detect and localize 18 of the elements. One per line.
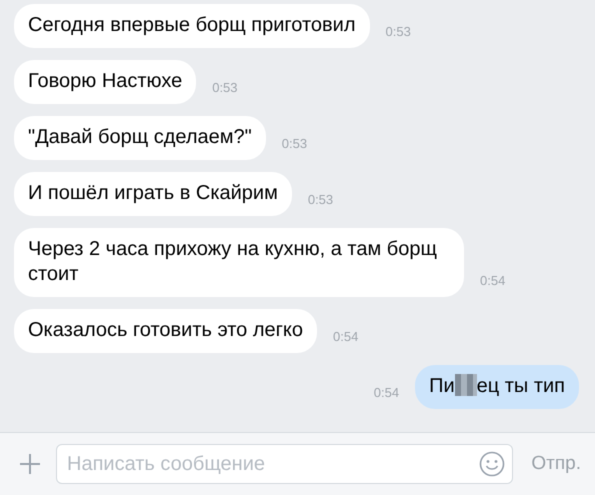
message-input[interactable]: Написать сообщение [56, 444, 514, 484]
message-bubble: Сегодня впервые борщ приготовил [14, 4, 370, 48]
message-time: 0:54 [480, 273, 506, 288]
message-time: 0:53 [282, 136, 308, 151]
message-time: 0:53 [308, 192, 334, 207]
message-time: 0:53 [386, 24, 411, 39]
smiley-icon[interactable] [479, 451, 506, 477]
message-bubble: Говорю Настюхе [14, 60, 196, 104]
message-bubble: Пи ец ты тип [415, 365, 579, 409]
message-bubble: Оказалось готовить это легко [14, 309, 318, 353]
message-bubble: Через 2 часа прихожу на кухню, а там борщ стоит [14, 228, 464, 297]
message-bubble: И пошёл играть в Скайрим [14, 172, 292, 216]
message-time: 0:54 [374, 385, 400, 400]
message-bubble: "Давай борщ сделаем?" [14, 116, 266, 160]
send-button[interactable]: Отпр. [527, 453, 585, 475]
message-time: 0:53 [212, 80, 238, 95]
message-time: 0:54 [333, 329, 358, 344]
add-icon[interactable] [18, 452, 42, 476]
